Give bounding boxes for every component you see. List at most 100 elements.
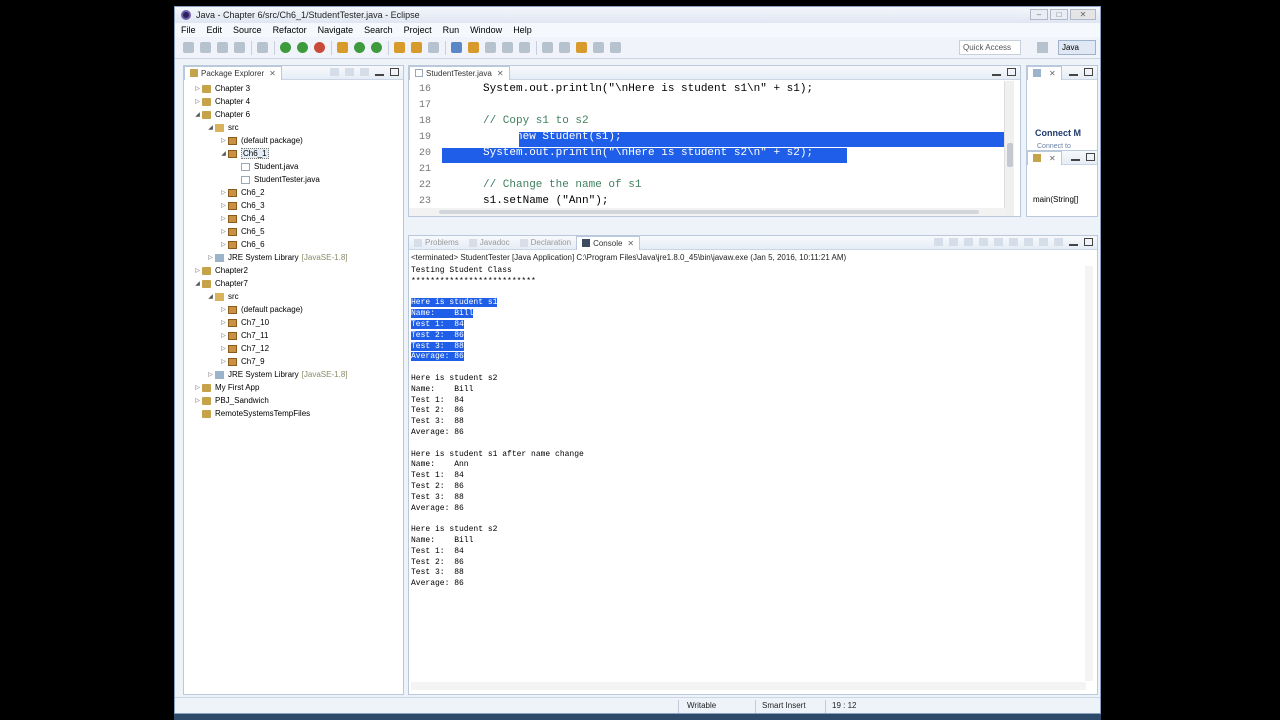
console-horizontal-scrollbar[interactable] [411,682,1086,690]
close-window-button[interactable]: ✕ [1070,9,1096,20]
word-wrap-icon[interactable] [1009,238,1018,246]
terminate-icon[interactable] [934,238,943,246]
collapsed-arrow-icon[interactable]: ▷ [193,384,202,391]
collapsed-arrow-icon[interactable]: ▷ [219,319,228,326]
search-icon[interactable] [428,42,439,53]
maximize-icon[interactable] [1007,68,1016,76]
open-type-icon[interactable] [394,42,405,53]
menu-search[interactable]: Search [364,25,393,35]
collapsed-arrow-icon[interactable]: ▷ [219,345,228,352]
code-line[interactable]: 18 // Copy s1 to s2 [409,113,1006,129]
collapsed-arrow-icon[interactable]: ▷ [219,189,228,196]
menu-window[interactable]: Window [470,25,502,35]
toggle-mark-occurrences-icon[interactable] [468,42,479,53]
save-icon[interactable] [200,42,211,53]
previous-annotation-icon[interactable] [559,42,570,53]
collapsed-arrow-icon[interactable]: ▷ [219,358,228,365]
close-icon[interactable]: ✕ [269,69,276,78]
tree-node[interactable]: ▷ JRE System Library [JavaSE-1.8] [184,251,403,264]
menu-help[interactable]: Help [513,25,532,35]
tab-outline[interactable]: ✕ [1027,150,1062,165]
open-task-icon[interactable] [411,42,422,53]
close-icon[interactable]: ✕ [497,69,504,78]
tree-node[interactable]: ▷ My First App [184,381,403,394]
expanded-arrow-icon[interactable]: ◢ [206,124,215,131]
tab-declaration[interactable]: Declaration [515,236,576,250]
tree-node[interactable]: ▷ Ch6_3 [184,199,403,212]
collapsed-arrow-icon[interactable]: ▷ [206,371,215,378]
toggle-breakpoint-icon[interactable] [257,42,268,53]
tree-node[interactable]: ▷ Chapter 3 [184,82,403,95]
tree-node[interactable]: ▷ Ch7_10 [184,316,403,329]
tree-node[interactable]: ◢ src [184,290,403,303]
maximize-icon[interactable] [1084,238,1093,246]
pin-console-icon[interactable] [1024,238,1033,246]
java-perspective-button[interactable]: Java [1058,40,1096,55]
tree-node[interactable]: StudentTester.java [184,173,403,186]
collapsed-arrow-icon[interactable]: ▷ [219,306,228,313]
maximize-icon[interactable] [390,68,399,76]
expanded-arrow-icon[interactable]: ◢ [193,280,202,287]
editor-vertical-scrollbar[interactable] [1004,81,1014,216]
word-wrap-icon[interactable] [485,42,496,53]
collapsed-arrow-icon[interactable]: ▷ [206,254,215,261]
minimize-icon[interactable] [1071,153,1080,161]
code-line[interactable]: 22 // Change the name of s1 [409,177,1006,193]
tree-node[interactable]: ▷ Ch6_5 [184,225,403,238]
code-line[interactable]: 21 [409,161,1006,177]
collapsed-arrow-icon[interactable]: ▷ [219,202,228,209]
maximize-icon[interactable] [1084,68,1093,76]
menu-edit[interactable]: Edit [207,25,223,35]
menu-project[interactable]: Project [404,25,432,35]
tree-node[interactable]: RemoteSystemsTempFiles [184,407,403,420]
tab-javadoc[interactable]: Javadoc [464,236,515,250]
menu-file[interactable]: File [181,25,196,35]
tree-node[interactable]: ▷ (default package) [184,303,403,316]
close-icon[interactable]: ✕ [627,239,634,248]
expanded-arrow-icon[interactable]: ◢ [219,150,228,157]
code-line[interactable]: 20 System.out.println("\nHere is student … [409,145,1006,161]
tree-node[interactable]: ◢ Chapter 6 [184,108,403,121]
open-perspective-icon[interactable] [1037,42,1048,53]
tree-node[interactable]: ▷ Ch7_9 [184,355,403,368]
tree-node[interactable]: ▷ Ch6_6 [184,238,403,251]
minimize-icon[interactable] [992,68,1001,76]
new-icon[interactable] [183,42,194,53]
remove-all-icon[interactable] [964,238,973,246]
clear-console-icon[interactable] [979,238,988,246]
collapsed-arrow-icon[interactable]: ▷ [193,85,202,92]
minimize-icon[interactable] [1069,68,1078,76]
tree-node[interactable]: ▷ Chapter 4 [184,95,403,108]
tree-node[interactable]: ◢ Ch6_1 [184,147,403,160]
tree-node[interactable]: ▷ (default package) [184,134,403,147]
block-selection-icon[interactable] [502,42,513,53]
open-console-icon[interactable] [1054,238,1063,246]
new-java-project-icon[interactable] [337,42,348,53]
tree-node[interactable]: ◢ src [184,121,403,134]
external-tools-icon[interactable] [314,42,325,53]
annotation-icon[interactable] [451,42,462,53]
outline-main-method[interactable]: main(String[] [1033,195,1078,204]
run-icon[interactable] [297,42,308,53]
tab-console[interactable]: Console ✕ [576,236,641,250]
quick-access-field[interactable]: Quick Access [959,40,1021,55]
tab-problems[interactable]: Problems [409,236,464,250]
display-console-icon[interactable] [1039,238,1048,246]
collapsed-arrow-icon[interactable]: ▷ [219,137,228,144]
code-line[interactable]: 19 s2 = new Student(s1); [409,129,1006,145]
debug-icon[interactable] [280,42,291,53]
tree-node[interactable]: ▷ Ch6_4 [184,212,403,225]
code-area[interactable]: 16 System.out.println("\nHere is student … [409,81,1006,216]
close-icon[interactable]: ✕ [1049,154,1056,163]
collapsed-arrow-icon[interactable]: ▷ [219,332,228,339]
scrollbar-thumb[interactable] [1007,143,1013,167]
minimize-icon[interactable] [375,68,384,76]
save-all-icon[interactable] [217,42,228,53]
collapsed-arrow-icon[interactable]: ▷ [219,228,228,235]
tree-node[interactable]: ▷ Chapter2 [184,264,403,277]
scrollbar-thumb[interactable] [439,210,979,214]
tree-node[interactable]: ▷ Ch7_11 [184,329,403,342]
link-with-editor-icon[interactable] [345,68,354,76]
forward-icon[interactable] [593,42,604,53]
code-line[interactable]: 23 s1.setName ("Ann"); [409,193,1006,209]
